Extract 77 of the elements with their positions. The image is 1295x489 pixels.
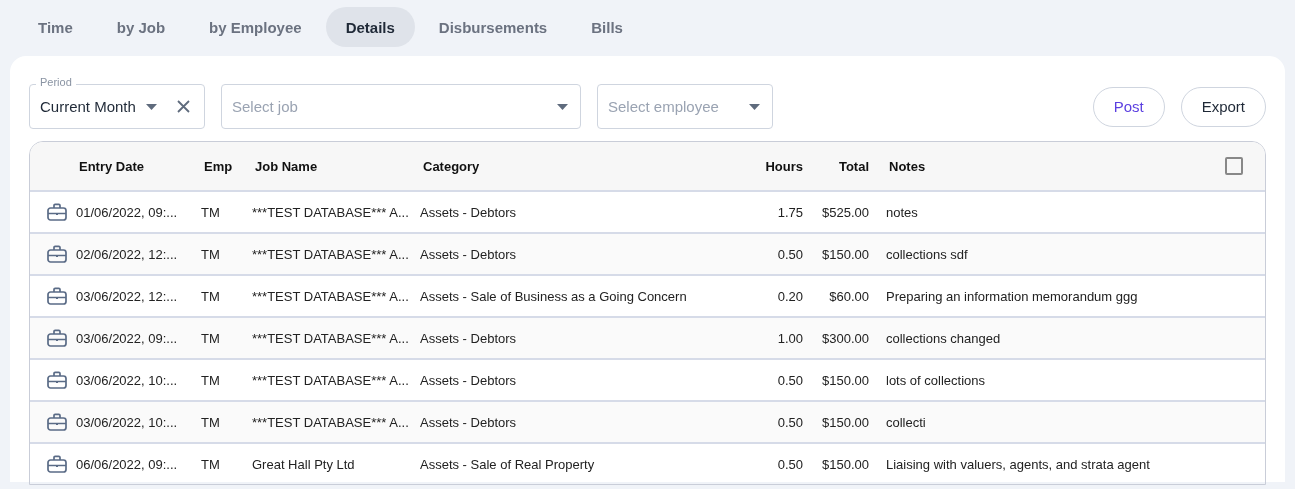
table-cell-text: 0.20 [776, 288, 803, 304]
table-cell-text: $150.00 [821, 246, 869, 262]
tab[interactable]: Time [18, 7, 93, 47]
column-header[interactable]: Emp [201, 158, 252, 174]
table-cell-text: Assets - Debtors [420, 372, 518, 388]
briefcase-icon [47, 287, 67, 305]
table-cell-text: TM [201, 246, 221, 262]
dropdown-caret-icon [749, 103, 760, 110]
briefcase-icon [47, 329, 67, 347]
table-cell-text: collecti [885, 414, 927, 430]
table-cell-text: ***TEST DATABASE*** A... [252, 204, 410, 220]
table-cell-text: collections changed [885, 330, 1002, 346]
table-cell-text: Great Hall Pty Ltd [252, 456, 356, 472]
table-cell-text: 06/06/2022, 09:... [76, 456, 179, 472]
briefcase-icon [47, 371, 67, 389]
tab[interactable]: by Employee [189, 7, 322, 47]
table-cell-text: Liaising with valuers, agents, and strata agent [885, 456, 1151, 472]
column-header[interactable]: Job Name [252, 158, 420, 174]
table-cell-text: TM [201, 372, 221, 388]
table-cell-text: $150.00 [821, 372, 869, 388]
briefcase-icon [47, 413, 67, 431]
table-cell-text: Assets - Debtors [420, 204, 518, 220]
export-button[interactable]: Export [1180, 86, 1266, 127]
table-cell-text: TM [201, 288, 221, 304]
tab[interactable]: Details [325, 7, 415, 47]
table-cell-text: 1.75 [776, 204, 803, 220]
table-cell-text: 0.50 [776, 414, 803, 430]
tab[interactable]: Bills [571, 7, 643, 47]
table-cell-text: 0.50 [776, 456, 803, 472]
table-cell-text: 02/06/2022, 12:... [76, 246, 179, 262]
table-cell-text: 01/06/2022, 09:... [76, 204, 179, 220]
tab[interactable]: Disbursements [418, 7, 568, 47]
column-header[interactable]: Category [420, 158, 743, 174]
briefcase-icon [47, 203, 67, 221]
dropdown-caret-icon [145, 103, 157, 110]
briefcase-icon [47, 245, 67, 263]
table-cell-text: $150.00 [821, 414, 869, 430]
table-cell-text: ***TEST DATABASE*** A... [252, 288, 410, 304]
column-header[interactable]: Total [803, 158, 869, 174]
table-cell-text: notes [885, 204, 919, 220]
table-cell-text: 0.50 [776, 372, 803, 388]
table-cell-text: 03/06/2022, 10:... [76, 414, 179, 430]
column-header[interactable]: Notes [869, 158, 1215, 174]
select-all-checkbox[interactable] [1225, 157, 1243, 175]
column-header[interactable]: Entry Date [76, 158, 201, 174]
table-cell-text: 1.00 [776, 330, 803, 346]
table-cell-text: 0.50 [776, 246, 803, 262]
table-cell-text: Assets - Debtors [420, 414, 518, 430]
clear-icon[interactable] [176, 100, 190, 113]
table-cell-text: Assets - Sale of Real Property [420, 456, 596, 472]
table-cell-text: ***TEST DATABASE*** A... [252, 414, 410, 430]
table-cell-text: $525.00 [821, 204, 869, 220]
table-cell-text: TM [201, 456, 221, 472]
table-cell-text: collections sdf [885, 246, 969, 262]
table-cell-text: lots of collections [885, 372, 986, 388]
table-cell-text: TM [201, 204, 221, 220]
field-label: Period [36, 76, 76, 89]
table-cell-text: Assets - Debtors [420, 330, 518, 346]
table-cell-text: Assets - Sale of Business as a Going Concern [420, 288, 688, 304]
table-cell-text: 03/06/2022, 12:... [76, 288, 179, 304]
table-cell-text: $60.00 [828, 288, 869, 304]
table-cell-text: Preparing an information memorandum ggg [885, 288, 1139, 304]
table-cell-text: TM [201, 330, 221, 346]
column-header[interactable]: Hours [743, 158, 803, 174]
table-cell-text: TM [201, 414, 221, 430]
table-cell-text: ***TEST DATABASE*** A... [252, 330, 410, 346]
dropdown-caret-icon [557, 103, 568, 110]
tab[interactable]: by Job [96, 7, 186, 47]
table-cell-text: $300.00 [821, 330, 869, 346]
table-cell-text: ***TEST DATABASE*** A... [252, 246, 410, 262]
table-cell-text: 03/06/2022, 09:... [76, 330, 179, 346]
table-cell-text: $150.00 [821, 456, 869, 472]
table-cell-text: Assets - Debtors [420, 246, 518, 262]
briefcase-icon [47, 455, 67, 473]
table-cell-text: ***TEST DATABASE*** A... [252, 372, 410, 388]
table-cell-text: 03/06/2022, 10:... [76, 372, 179, 388]
post-button[interactable]: Post [1092, 86, 1165, 127]
